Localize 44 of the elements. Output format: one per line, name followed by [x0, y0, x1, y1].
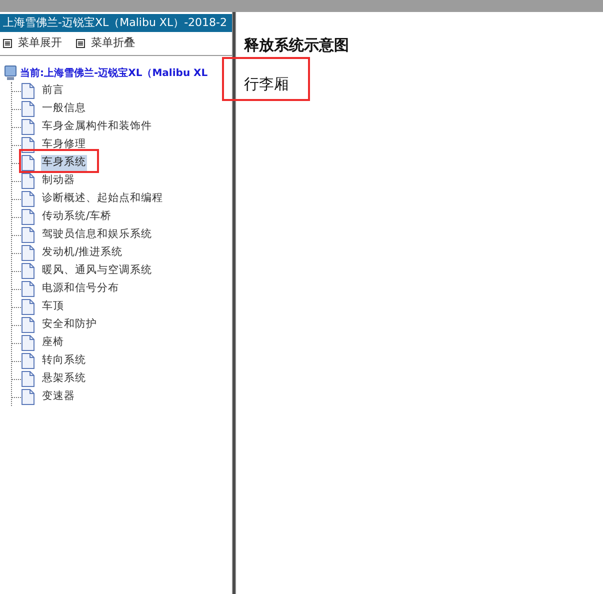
tree-item[interactable]: 车身金属构件和装饰件 [41, 119, 153, 135]
toolbar-button[interactable]: 菜单折叠 [76, 35, 135, 52]
document-icon [21, 83, 35, 99]
document-icon [21, 299, 35, 315]
tree-item[interactable]: 发动机/推进系统 [41, 245, 124, 261]
tree-root-label[interactable]: 当前:上海雪佛兰-迈锐宝XL（Malibu XL [20, 66, 208, 80]
document-icon [21, 191, 35, 207]
tree-item[interactable]: 转向系统 [41, 353, 87, 369]
document-icon [21, 245, 35, 261]
tree-item[interactable]: 变速器 [41, 389, 76, 405]
document-icon [21, 155, 35, 171]
document-icon [21, 335, 35, 351]
document-icon [21, 389, 35, 405]
document-icon [21, 353, 35, 369]
tree-item[interactable]: 前言 [41, 83, 65, 99]
panel-title: 上海雪佛兰-迈锐宝XL（Malibu XL）-2018-2 [0, 14, 232, 32]
tree-item[interactable]: 诊断概述、起始点和编程 [41, 191, 164, 207]
toolbar-button[interactable]: 菜单展开 [3, 35, 62, 52]
tree-item[interactable]: 一般信息 [41, 101, 87, 117]
document-icon [21, 317, 35, 333]
tree-item[interactable]: 制动器 [41, 173, 76, 189]
document-icon [21, 371, 35, 387]
tree-item[interactable]: 车身系统 [41, 155, 87, 171]
tree-item[interactable]: 电源和信号分布 [41, 281, 120, 297]
component-label: 行李厢 [244, 74, 289, 96]
tree-item[interactable]: 传动系统/车桥 [41, 209, 113, 225]
computer-icon [4, 65, 18, 81]
tree-item[interactable]: 车顶 [41, 299, 65, 315]
document-icon [21, 209, 35, 225]
tree-item[interactable]: 驾驶员信息和娱乐系统 [41, 227, 153, 243]
document-icon [21, 281, 35, 297]
tree-item[interactable]: 悬架系统 [41, 371, 87, 387]
menu-icon [3, 39, 12, 48]
document-icon [21, 227, 35, 243]
document-icon [21, 101, 35, 117]
menu-icon [76, 39, 85, 48]
tree-item[interactable]: 暖风、通风与空调系统 [41, 263, 153, 279]
document-icon [21, 173, 35, 189]
document-icon [21, 263, 35, 279]
tree-item[interactable]: 安全和防护 [41, 317, 98, 333]
tree-item[interactable]: 座椅 [41, 335, 65, 351]
tree-item[interactable]: 车身修理 [41, 137, 87, 153]
diagram-title: 释放系统示意图 [244, 35, 350, 56]
document-icon [21, 119, 35, 135]
